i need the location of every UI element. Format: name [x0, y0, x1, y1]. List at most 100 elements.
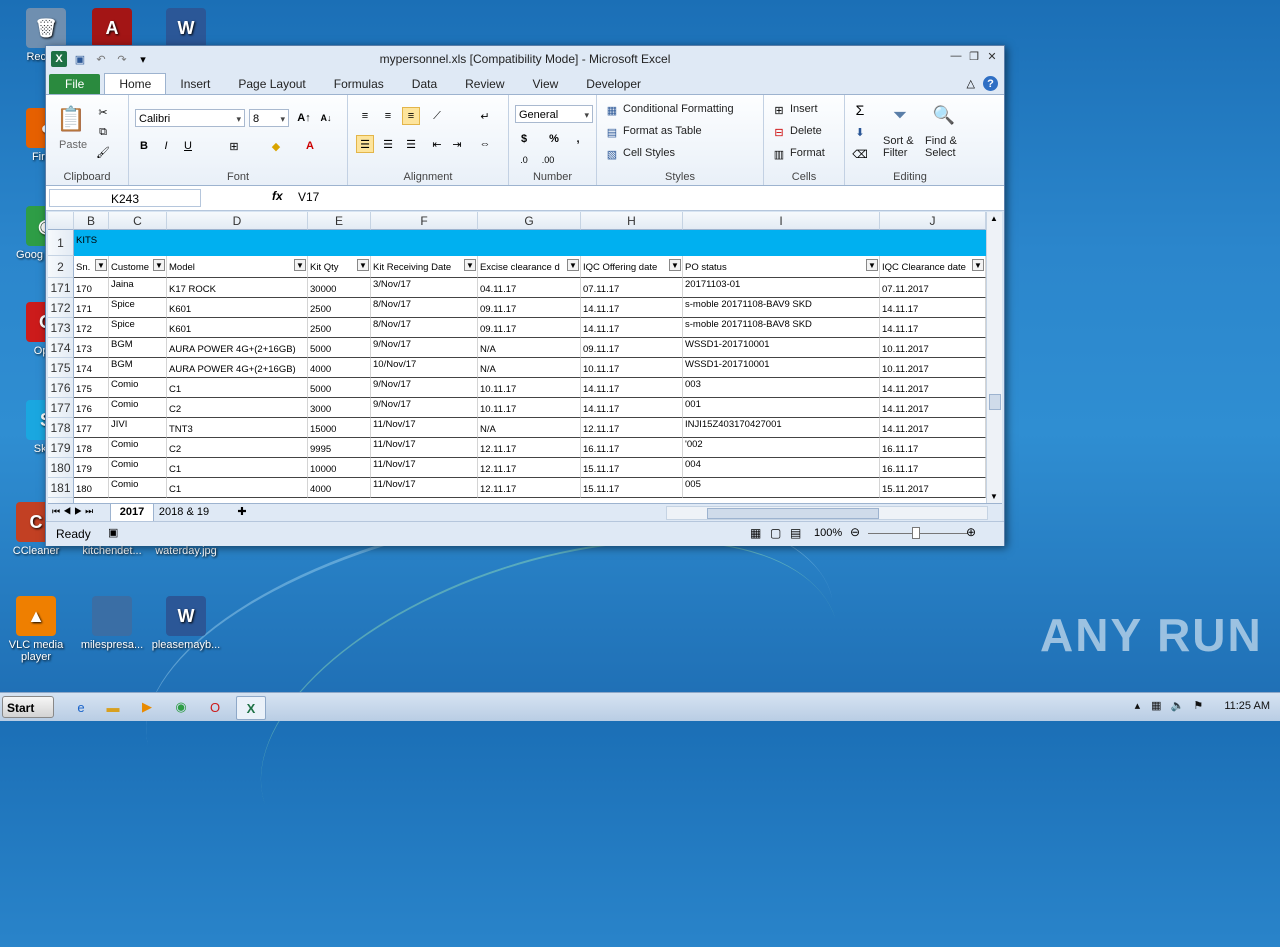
increase-indent-icon[interactable]: ⇥ — [448, 135, 466, 153]
table-cell[interactable]: 12.11.17 — [478, 438, 581, 458]
table-cell[interactable]: 171 — [74, 298, 109, 318]
minimize-button[interactable]: — — [950, 50, 962, 62]
filter-button[interactable]: Filter — [883, 147, 907, 159]
start-button[interactable]: Start — [2, 696, 54, 718]
table-cell[interactable]: 2500 — [308, 318, 371, 338]
scroll-thumb[interactable] — [989, 394, 1001, 410]
restore-button[interactable]: ❐ — [968, 50, 980, 63]
bold-icon[interactable]: B — [135, 137, 153, 155]
tab-page-layout[interactable]: Page Layout — [224, 74, 319, 94]
page-layout-view-icon[interactable]: ▢ — [770, 526, 781, 540]
format-cells-icon[interactable]: ▥ — [770, 145, 788, 163]
table-cell[interactable]: 10.11.2017 — [880, 338, 986, 358]
row-header[interactable]: 181 — [48, 478, 74, 498]
percent-icon[interactable]: % — [545, 130, 563, 148]
column-header[interactable]: F — [371, 212, 478, 230]
table-cell[interactable]: 179 — [74, 458, 109, 478]
table-cell[interactable]: '002 — [683, 438, 880, 458]
sheet-tab[interactable]: 2017 — [110, 504, 154, 522]
hscroll-thumb[interactable] — [707, 508, 879, 519]
chrome-taskbar-icon[interactable]: ◉ — [168, 696, 194, 718]
table-cell[interactable]: 001 — [683, 398, 880, 418]
align-top-icon[interactable]: ≡ — [356, 107, 374, 125]
table-cell[interactable]: s-moble 20171108-BAV9 SKD — [683, 298, 880, 318]
header-cell[interactable]: Kit Receiving Date ▼ — [371, 256, 478, 278]
page-break-view-icon[interactable]: ▤ — [790, 526, 801, 540]
table-cell[interactable]: Spice — [109, 298, 167, 318]
row-header[interactable]: 180 — [48, 458, 74, 478]
table-cell[interactable]: BGM — [109, 338, 167, 358]
table-cell[interactable]: 10000 — [308, 458, 371, 478]
volume-icon[interactable]: 🔈 — [1171, 700, 1185, 712]
opera-taskbar-icon[interactable]: O — [202, 696, 228, 718]
column-header[interactable]: G — [478, 212, 581, 230]
table-cell[interactable]: 5000 — [308, 338, 371, 358]
insert-cells-icon[interactable]: ⊞ — [770, 101, 788, 119]
table-cell[interactable]: 16.11.17 — [880, 438, 986, 458]
clear-icon[interactable]: ⌫ — [851, 145, 869, 163]
header-cell[interactable]: Excise clearance d ▼ — [478, 256, 581, 278]
table-cell[interactable]: 09.11.17 — [478, 318, 581, 338]
format-cells-button[interactable]: Format — [790, 147, 825, 159]
fill-icon[interactable]: ⬇ — [851, 123, 869, 141]
fill-color-icon[interactable]: ◆ — [267, 137, 285, 155]
filter-dropdown-icon[interactable]: ▼ — [95, 259, 107, 271]
table-cell[interactable]: TNT3 — [167, 418, 308, 438]
table-cell[interactable]: K17 ROCK — [167, 278, 308, 298]
insert-cells-button[interactable]: Insert — [790, 103, 818, 115]
zoom-level[interactable]: 100% — [814, 527, 842, 539]
table-cell[interactable]: 12.11.17 — [478, 458, 581, 478]
table-cell[interactable]: Comio — [109, 458, 167, 478]
align-right-icon[interactable]: ☰ — [402, 135, 420, 153]
select-all-corner[interactable] — [48, 212, 74, 230]
cell-styles-icon[interactable]: ▧ — [603, 145, 621, 163]
row-header[interactable]: 174 — [48, 338, 74, 358]
table-cell[interactable]: 16.11.17 — [581, 438, 683, 458]
font-name-select[interactable]: Calibri — [135, 109, 245, 128]
orientation-icon[interactable]: ⟋ — [428, 107, 446, 125]
table-cell[interactable]: 11/Nov/17 — [371, 458, 478, 478]
table-cell[interactable]: C1 — [167, 458, 308, 478]
align-middle-icon[interactable]: ≡ — [379, 107, 397, 125]
column-header[interactable]: E — [308, 212, 371, 230]
table-cell[interactable]: 20171103-01 — [683, 278, 880, 298]
table-cell[interactable]: 11/Nov/17 — [371, 478, 478, 498]
table-cell[interactable]: 12.11.17 — [581, 418, 683, 438]
formula-input[interactable]: V17 — [298, 190, 319, 204]
currency-icon[interactable]: $ — [515, 130, 533, 148]
tab-file[interactable]: File — [49, 74, 101, 94]
fx-icon[interactable]: fx — [272, 189, 283, 203]
autosum-icon[interactable]: Σ — [851, 101, 869, 119]
header-cell[interactable]: IQC Offering date ▼ — [581, 256, 683, 278]
vlc-shortcut[interactable]: ▲ VLC media player — [0, 596, 72, 663]
table-cell[interactable]: 8/Nov/17 — [371, 318, 478, 338]
grow-font-icon[interactable]: A↑ — [295, 109, 313, 127]
table-cell[interactable]: s-moble 20171108-BAV8 SKD — [683, 318, 880, 338]
table-cell[interactable]: C1 — [167, 378, 308, 398]
table-cell[interactable]: C2 — [167, 398, 308, 418]
table-cell[interactable]: 04.11.17 — [478, 278, 581, 298]
row-header[interactable]: 178 — [48, 418, 74, 438]
table-cell[interactable]: 170 — [74, 278, 109, 298]
table-cell[interactable]: 09.11.17 — [478, 298, 581, 318]
comma-icon[interactable]: , — [569, 130, 587, 148]
table-cell[interactable]: N/A — [478, 358, 581, 378]
pleasemayb-doc-shortcut[interactable]: Wpleasemayb... — [150, 596, 222, 651]
table-cell[interactable]: 14.11.17 — [581, 318, 683, 338]
row-header[interactable]: 172 — [48, 298, 74, 318]
header-cell[interactable]: Custome ▼ — [109, 256, 167, 278]
tab-formulas[interactable]: Formulas — [320, 74, 398, 94]
underline-icon[interactable]: U — [179, 137, 197, 155]
sheet-nav-icon[interactable]: ⏮◀▶⏭ — [52, 506, 96, 517]
table-cell[interactable]: 11/Nov/17 — [371, 418, 478, 438]
find-select-icon[interactable]: 🔍 — [929, 101, 959, 129]
scroll-up-icon[interactable]: ▲ — [990, 214, 998, 223]
horizontal-scrollbar[interactable] — [666, 506, 988, 520]
italic-icon[interactable]: I — [157, 137, 175, 155]
table-cell[interactable]: 004 — [683, 458, 880, 478]
normal-view-icon[interactable]: ▦ — [750, 526, 761, 540]
copy-icon[interactable]: ⧉ — [94, 123, 112, 141]
table-cell[interactable]: 15.11.17 — [581, 478, 683, 498]
table-cell[interactable]: 173 — [74, 338, 109, 358]
filter-dropdown-icon[interactable]: ▼ — [866, 259, 878, 271]
